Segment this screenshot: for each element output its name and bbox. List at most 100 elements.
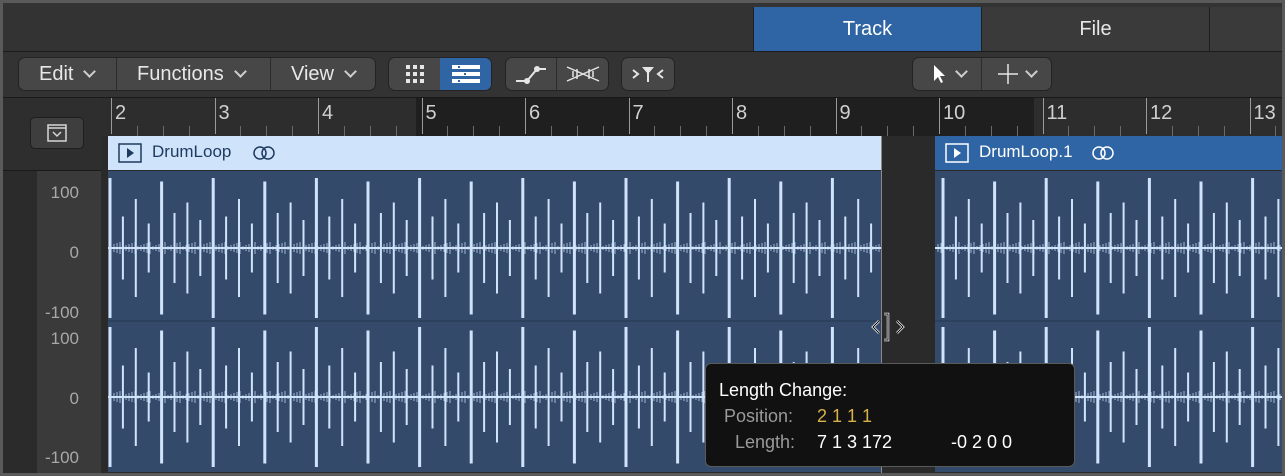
bar-ruler[interactable]: 2 3 4 5 6 7 8 9 10 11 12 13 [101, 98, 1282, 137]
beat-tick [913, 126, 915, 136]
automation-curve-icon [516, 66, 546, 84]
beat-tick [550, 126, 552, 136]
crosshair-icon [998, 64, 1018, 84]
bar-tick [525, 98, 526, 134]
bar-number: 10 [943, 102, 966, 124]
beat-tick [1016, 126, 1018, 136]
bar-tick [732, 98, 733, 134]
cycle-area [416, 98, 1034, 136]
bar-number: 3 [218, 102, 230, 124]
beat-tick [343, 126, 345, 136]
region-header[interactable]: DrumLoop.1 [935, 136, 1282, 170]
beat-tick [1171, 126, 1173, 136]
region-name: DrumLoop.1 [979, 142, 1073, 161]
tooltip-title: Length Change: [719, 380, 848, 400]
marquee-tool-button[interactable] [982, 58, 1051, 90]
tab-file[interactable]: File [981, 7, 1209, 51]
chevron-down-icon [83, 65, 97, 78]
beat-tick [783, 126, 785, 136]
bar-tick [421, 98, 423, 134]
amp-label: 0 [69, 389, 79, 408]
tab-track[interactable]: Track [753, 7, 981, 51]
beat-tick [369, 126, 371, 136]
flex-button[interactable] [622, 58, 674, 90]
bar-number: 9 [839, 102, 851, 124]
bar-number: 2 [115, 102, 127, 124]
crossfade-icon [566, 66, 599, 82]
beat-tick [809, 126, 811, 136]
list-view-icon [451, 65, 480, 83]
beat-tick [188, 126, 190, 136]
beat-tick [757, 126, 759, 136]
grid-view-button[interactable] [389, 58, 440, 90]
chevron-down-icon [1025, 65, 1038, 78]
region-name: DrumLoop [152, 142, 232, 161]
length-label: Length: [735, 432, 796, 452]
beat-tick [1275, 126, 1277, 136]
editor-tab-bar: Track File [3, 3, 1282, 52]
beat-tick [1094, 126, 1096, 136]
beat-tick [1120, 126, 1122, 136]
tools-group [913, 58, 1051, 90]
bar-tick [628, 98, 630, 134]
bar-tick [111, 98, 112, 134]
resize-cursor [871, 312, 905, 347]
bar-number: 13 [1253, 102, 1276, 124]
bar-tick [835, 98, 837, 134]
beat-tick [1068, 126, 1070, 136]
beat-tick [602, 126, 604, 136]
edit-menu-button[interactable]: Edit [19, 58, 117, 90]
length-value: 7 1 3 172 [817, 432, 893, 452]
region-play-icon [118, 143, 142, 163]
logic-editor-window: Track File Edit Functions View 100 0 -10… [0, 0, 1285, 476]
bar-number: 5 [425, 102, 437, 124]
bar-tick [1249, 98, 1251, 134]
chevron-down-icon [954, 65, 968, 78]
crossfade-button[interactable] [557, 58, 608, 90]
bar-tick [1146, 98, 1147, 134]
automation-group [506, 58, 608, 90]
position-value: 2 1 1 1 [817, 406, 873, 426]
track-header [3, 98, 102, 171]
editor-toolbar: Edit Functions View [3, 52, 1282, 98]
bar-tick [1042, 98, 1044, 134]
automation-button[interactable] [506, 58, 557, 90]
bar-number: 7 [632, 102, 644, 124]
chevron-down-icon [233, 65, 247, 78]
resize-cursor-icon [871, 312, 905, 342]
bar-number: 4 [322, 102, 334, 124]
beat-tick [680, 126, 682, 136]
beat-tick [266, 126, 268, 136]
functions-menu-button[interactable]: Functions [117, 58, 271, 90]
length-delta: -0 2 0 0 [951, 432, 1013, 452]
amp-label: 100 [50, 183, 79, 202]
edit-menu-label: Edit [39, 62, 74, 85]
menu-group: Edit Functions View [19, 58, 375, 90]
beat-tick [654, 126, 656, 136]
beat-tick [1197, 126, 1199, 136]
view-menu-label: View [291, 62, 334, 85]
position-label: Position: [724, 406, 794, 426]
flex-time-icon [632, 67, 664, 82]
list-view-button[interactable] [440, 58, 491, 90]
pointer-tool-button[interactable] [913, 58, 982, 90]
length-change-tooltip: Length Change: Position: 2 1 1 1 Length:… [705, 363, 1075, 467]
collapse-button[interactable] [31, 118, 83, 148]
loop-rings-icon [253, 146, 275, 160]
track-lane: DrumLoop DrumLoop.1 [101, 136, 1282, 473]
beat-tick [162, 126, 164, 136]
region-play-icon [945, 143, 969, 163]
beat-tick [964, 126, 966, 136]
beat-tick [447, 126, 449, 136]
beat-tick [576, 126, 578, 136]
beat-tick [499, 126, 501, 136]
view-menu-button[interactable]: View [271, 58, 375, 90]
region-header[interactable]: DrumLoop [108, 136, 881, 170]
amplitude-scale-strip [37, 171, 101, 473]
bar-tick [939, 98, 940, 134]
bar-number: 12 [1150, 102, 1173, 124]
tab-more[interactable] [1209, 7, 1282, 51]
beat-tick [706, 126, 708, 136]
bar-number: 11 [1046, 102, 1068, 124]
functions-menu-label: Functions [137, 62, 224, 85]
